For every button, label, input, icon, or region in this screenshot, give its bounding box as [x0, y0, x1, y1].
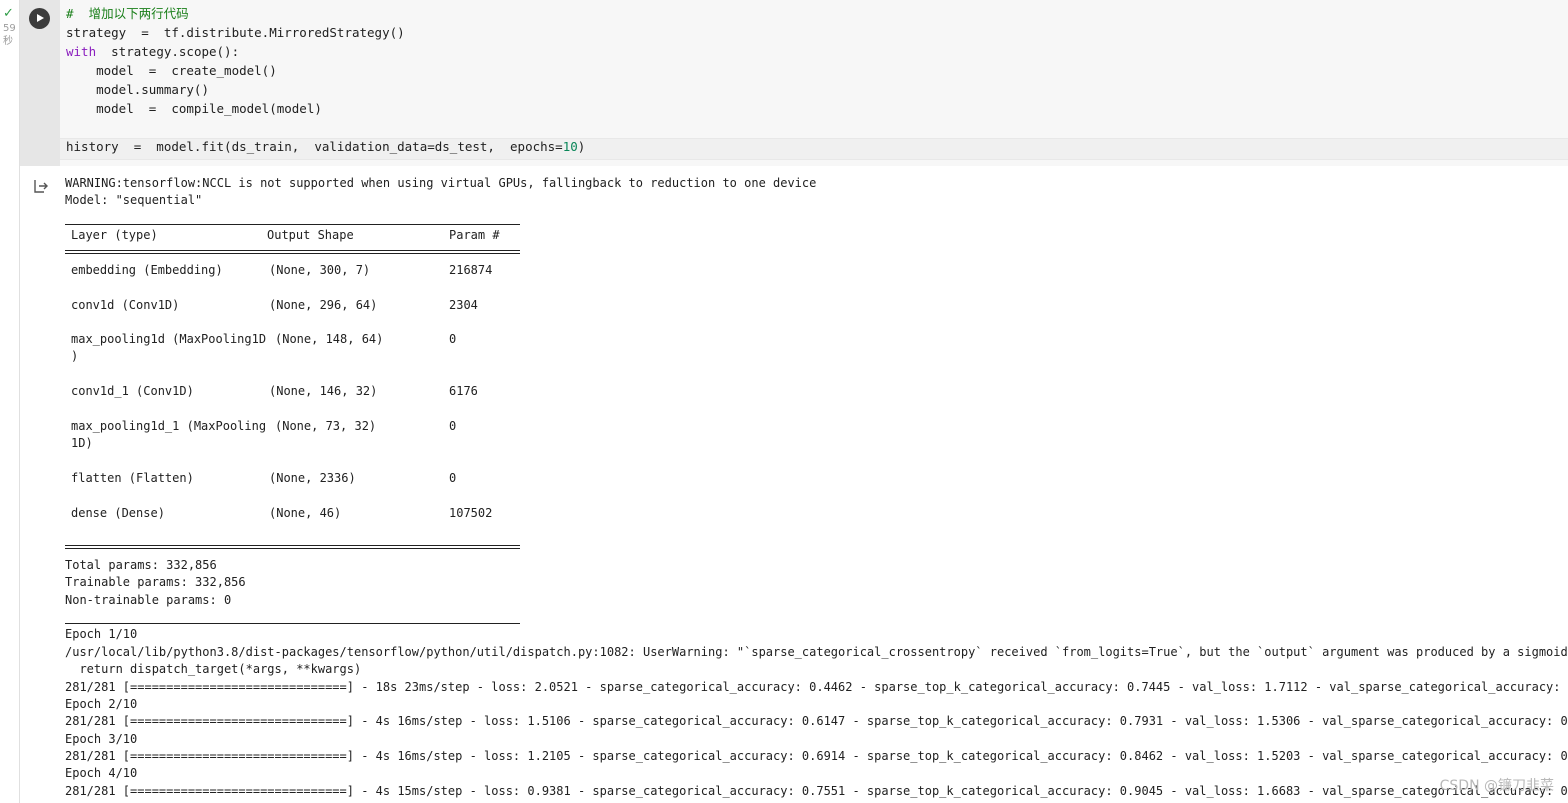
total-params: Total params: 332,856 [65, 558, 217, 572]
execution-time: 59 秒 [3, 23, 16, 47]
table-row-shape: (None, 296, 64) [269, 298, 378, 312]
table-row-shape: (None, 46) [269, 506, 342, 520]
table-row-shape: (None, 148, 64) [275, 332, 384, 346]
table-row-params: 6176 [449, 384, 478, 398]
cell-gutter: ✓ 59 秒 [0, 0, 20, 803]
log-line: Epoch 3/10 [65, 732, 138, 746]
table-row-layer: conv1d_1 (Conv1D) [71, 384, 194, 398]
code-line-8-post: ) [577, 139, 586, 154]
log-line: Epoch 4/10 [65, 766, 138, 780]
table-row-layer: max_pooling1d (MaxPooling1D ) [71, 332, 267, 363]
table-row-params: 216874 [449, 263, 493, 277]
log-line: 281/281 [==============================]… [65, 714, 1568, 728]
run-cell-button[interactable] [29, 8, 50, 29]
code-line-4: model = create_model() [66, 63, 277, 78]
table-row-params: 0 [449, 332, 457, 346]
model-name-line: Model: "sequential" [65, 193, 203, 207]
table-row-layer: flatten (Flatten) [71, 471, 194, 485]
code-line-8: history = model.fit(ds_train, validation… [66, 137, 585, 156]
code-line-5: model.summary() [66, 82, 209, 97]
log-line: 281/281 [==============================]… [65, 784, 1568, 798]
table-row-shape: (None, 2336) [269, 471, 356, 485]
log-line: Epoch 2/10 [65, 697, 138, 711]
table-row-params: 0 [449, 471, 457, 485]
code-line-3: with strategy.scope(): [66, 42, 239, 61]
trainable-params: Trainable params: 332,856 [65, 575, 246, 589]
keyword-with: with [66, 44, 97, 59]
execution-success-icon: ✓ [3, 6, 14, 21]
log-line: 281/281 [==============================]… [65, 749, 1568, 763]
table-bottom-rule [65, 545, 520, 549]
log-line: return dispatch_target(*args, **kwargs) [65, 662, 362, 676]
table-row-params: 0 [449, 419, 457, 433]
code-line-1: # 增加以下两行代码 [66, 6, 189, 21]
play-icon [37, 14, 44, 22]
code-line-6: model = compile_model(model) [66, 101, 322, 116]
warning-line: WARNING:tensorflow:NCCL is not supported… [65, 176, 817, 190]
table-row-layer: embedding (Embedding) [71, 263, 223, 277]
code-line-8-pre: history = model.fit(ds_train, validation… [66, 139, 563, 154]
cell-output: WARNING:tensorflow:NCCL is not supported… [20, 170, 1568, 803]
table-row-layer: max_pooling1d_1 (MaxPooling 1D) [71, 419, 267, 450]
header-output-shape: Output Shape [267, 228, 354, 242]
table-row-params: 2304 [449, 298, 478, 312]
epochs-number: 10 [562, 139, 578, 154]
output-redirect-icon[interactable] [33, 178, 49, 194]
table-header-rule [65, 250, 520, 254]
table-row-shape: (None, 73, 32) [275, 419, 377, 433]
code-cell[interactable]: # 增加以下两行代码 strategy = tf.distribute.Mirr… [20, 0, 1568, 166]
summary-end-rule [65, 623, 520, 624]
table-row-layer: conv1d (Conv1D) [71, 298, 180, 312]
code-line-2: strategy = tf.distribute.MirroredStrateg… [66, 25, 405, 40]
non-trainable-params: Non-trainable params: 0 [65, 593, 232, 607]
watermark: CSDN @镰刀韭菜 [1439, 778, 1554, 794]
table-row-params: 107502 [449, 506, 493, 520]
table-row-shape: (None, 300, 7) [269, 263, 371, 277]
header-param: Param # [449, 228, 500, 242]
header-layer: Layer (type) [71, 228, 158, 242]
table-row-shape: (None, 146, 32) [269, 384, 378, 398]
log-line: /usr/local/lib/python3.8/dist-packages/t… [65, 645, 1568, 659]
code-line-3-rest: strategy.scope(): [96, 44, 240, 59]
cell-rail [20, 0, 60, 166]
code-editor[interactable]: # 增加以下两行代码 strategy = tf.distribute.Mirr… [60, 0, 1568, 166]
log-line: 281/281 [==============================]… [65, 680, 1568, 694]
table-row-layer: dense (Dense) [71, 506, 165, 520]
log-line: Epoch 1/10 [65, 627, 138, 641]
table-top-rule [65, 224, 520, 225]
